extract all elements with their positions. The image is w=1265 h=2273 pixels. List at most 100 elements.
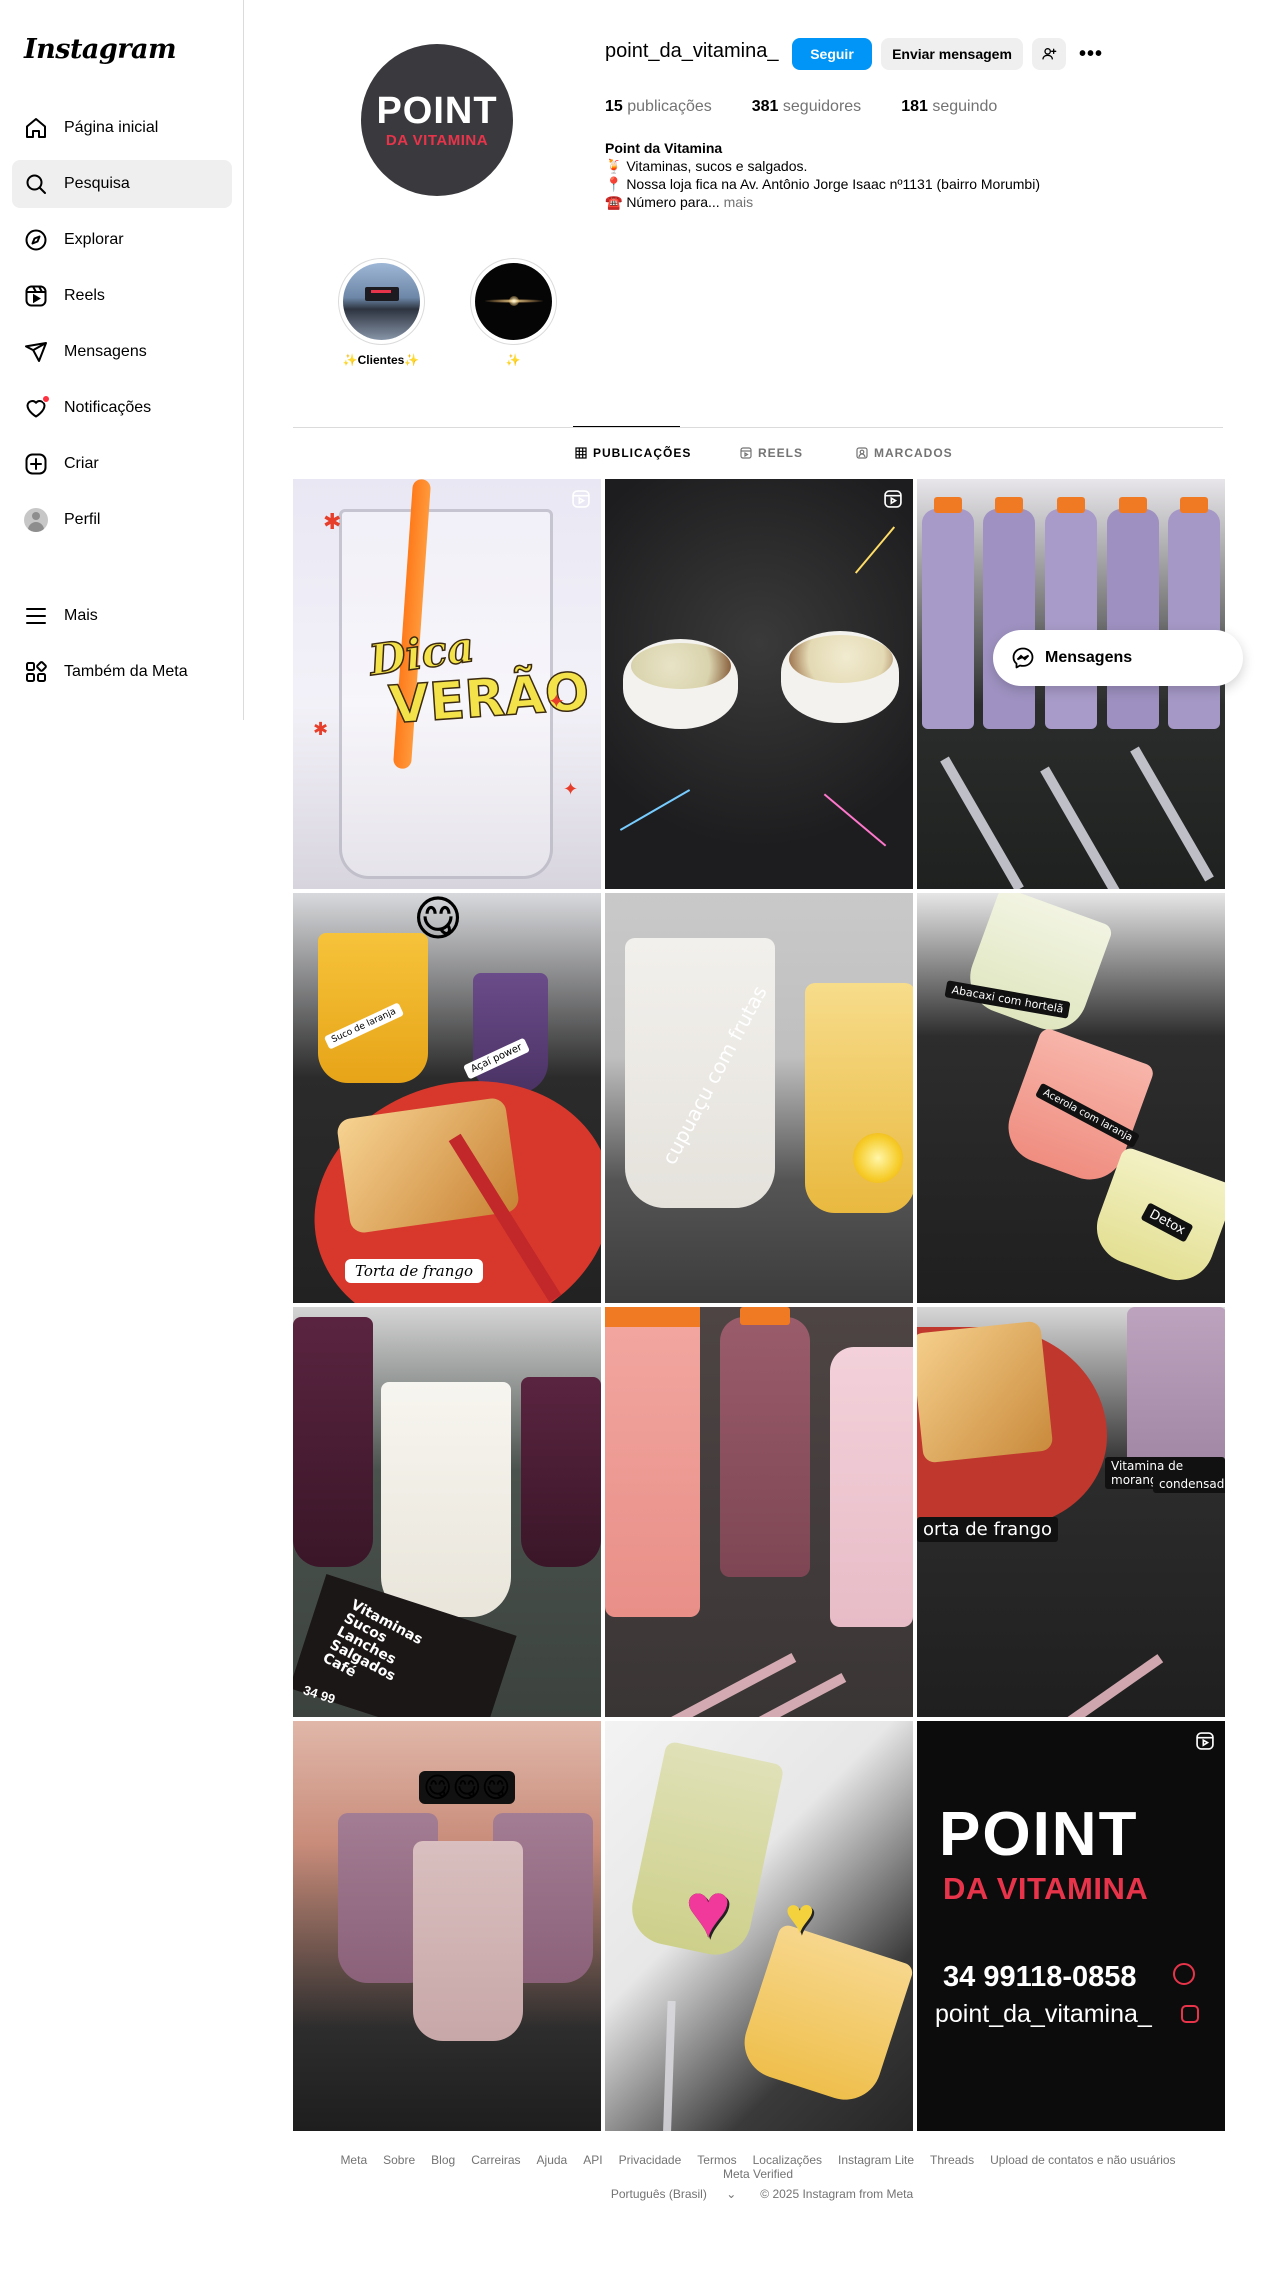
post-tile[interactable] — [605, 1307, 913, 1717]
footer-link[interactable]: Ajuda — [537, 2153, 568, 2167]
footer-link[interactable]: Upload de contatos e não usuários — [990, 2153, 1175, 2167]
profile-logo-word: POINT — [376, 89, 498, 132]
highlight-cover — [342, 263, 420, 340]
instagram-icon — [1181, 2005, 1199, 2023]
post-tile[interactable]: Dica VERÃO ✱ ✦ ✱ ✦ — [293, 479, 601, 889]
post-tile[interactable]: 😋 Suco de laranja Açaí power Torta de fr… — [293, 893, 601, 1303]
footer-links: Meta Sobre Blog Carreiras Ajuda API Priv… — [293, 2153, 1223, 2181]
post-tile[interactable]: cupuaçu com frutas — [605, 893, 913, 1303]
footer-link[interactable]: Meta — [340, 2153, 367, 2167]
sidebar-item-home[interactable]: Página inicial — [12, 104, 232, 152]
compass-icon — [24, 228, 48, 252]
following-stat[interactable]: 181 seguindo — [901, 98, 997, 116]
footer-link[interactable]: Termos — [697, 2153, 736, 2167]
bio-more-link[interactable]: mais — [724, 194, 754, 210]
post-tile[interactable]: Abacaxi com hortelã Acerola com laranja … — [917, 893, 1225, 1303]
messenger-icon — [1012, 647, 1034, 669]
sidebar-item-label: Explorar — [64, 231, 124, 248]
heart-icon: ♥ — [785, 1888, 815, 1944]
copyright: © 2025 Instagram from Meta — [760, 2187, 914, 2201]
reels-icon — [740, 447, 752, 459]
bio-line: 🍹 Vitaminas, sucos e salgados. — [605, 158, 808, 174]
following-count: 181 — [901, 98, 928, 115]
sidebar: Instagram Página inicial Pesquisa Explor… — [0, 0, 244, 720]
post-tile[interactable] — [605, 479, 913, 889]
post-tile[interactable]: Vitamina de morango condensado orta de f… — [917, 1307, 1225, 1717]
brand-word: POINT — [939, 1800, 1139, 1869]
footer-link[interactable]: Blog — [431, 2153, 455, 2167]
profile-picture[interactable]: POINT DA VITAMINA — [361, 44, 513, 196]
highlight-cover — [474, 263, 552, 340]
sidebar-item-search[interactable]: Pesquisa — [12, 160, 232, 208]
sidebar-item-profile[interactable]: Perfil — [12, 496, 232, 544]
highlight-sparkle[interactable]: ✨ — [469, 258, 557, 367]
footer-link[interactable]: API — [583, 2153, 602, 2167]
tab-label: MARCADOS — [874, 446, 953, 460]
heart-icon — [24, 395, 50, 420]
reels-icon — [24, 284, 48, 308]
post-tile[interactable]: Vitaminas Sucos Lanches Salgados Café 34… — [293, 1307, 601, 1717]
more-options-button[interactable]: ••• — [1074, 38, 1108, 70]
sidebar-item-label: Mais — [64, 607, 98, 624]
profile-logo-subword: DA VITAMINA — [385, 131, 489, 149]
sidebar-item-reels[interactable]: Reels — [12, 272, 232, 320]
floating-messages-button[interactable]: Mensagens — [993, 630, 1243, 686]
reel-badge-icon — [1196, 1732, 1214, 1750]
grid-icon — [575, 447, 587, 459]
sidebar-item-create[interactable]: Criar — [12, 440, 232, 488]
followers-count: 381 — [751, 98, 779, 115]
tab-label: PUBLICAÇÕES — [593, 446, 692, 460]
footer-link[interactable]: Localizações — [753, 2153, 822, 2167]
tabs-divider — [293, 427, 1223, 428]
tab-label: REELS — [758, 446, 804, 460]
language-label: Português (Brasil) — [610, 2187, 707, 2201]
sidebar-item-more[interactable]: Mais — [12, 592, 232, 640]
footer-link[interactable]: Carreiras — [471, 2153, 520, 2167]
footer-link[interactable]: Sobre — [383, 2153, 415, 2167]
bio-name: Point da Vitamina — [605, 140, 723, 156]
highlight-ring — [337, 258, 425, 345]
sidebar-item-label: Página inicial — [64, 119, 159, 136]
follow-button[interactable]: Seguir — [792, 38, 872, 70]
sidebar-item-also-from-meta[interactable]: Também da Meta — [12, 648, 232, 696]
post-tile[interactable]: POINT DA VITAMINA 34 99118-0858 point_da… — [917, 1721, 1225, 2131]
instagram-logo[interactable]: Instagram — [24, 34, 177, 65]
footer-link[interactable]: Instagram Lite — [838, 2153, 914, 2167]
tab-posts[interactable]: PUBLICAÇÕES — [575, 446, 691, 460]
sidebar-item-label: Notificações — [64, 399, 152, 416]
chevron-down-icon: ⌄ — [726, 2187, 737, 2201]
menu-icon — [24, 604, 48, 628]
highlight-clientes[interactable]: ✨Clientes✨ — [337, 258, 425, 367]
footer-link[interactable]: Threads — [930, 2153, 974, 2167]
post-tile[interactable]: ♥ ♥ — [605, 1721, 913, 2131]
followers-stat[interactable]: 381 seguidores — [752, 98, 861, 116]
sidebar-item-explore[interactable]: Explorar — [12, 216, 232, 264]
brand-phone: 34 99118-0858 — [943, 1961, 1137, 1993]
tab-reels[interactable]: REELS — [740, 446, 803, 460]
post-caption: orta de frango — [917, 1517, 1059, 1542]
profile-stats: 15 publicações 381 seguidores 181 seguin… — [605, 98, 1037, 116]
footer-link[interactable]: Meta Verified — [723, 2167, 793, 2181]
post-tile[interactable]: 😋😋😋 — [293, 1721, 601, 2131]
reel-badge-icon — [572, 490, 590, 508]
footer-link[interactable]: Privacidade — [619, 2153, 682, 2167]
sidebar-item-label: Mensagens — [64, 343, 147, 360]
posts-stat[interactable]: 15 publicações — [605, 98, 712, 116]
tab-tagged[interactable]: MARCADOS — [856, 446, 953, 460]
heart-icon: ♥ — [685, 1866, 732, 1954]
send-message-button[interactable]: Enviar mensagem — [881, 38, 1023, 70]
profile-bio: Point da Vitamina 🍹 Vitaminas, sucos e s… — [605, 139, 1085, 211]
plus-square-icon — [24, 452, 48, 476]
following-label: seguindo — [932, 98, 998, 115]
sidebar-item-messages[interactable]: Mensagens — [12, 328, 232, 376]
highlight-ring — [469, 258, 557, 345]
search-icon — [24, 172, 48, 196]
sidebar-item-label: Criar — [64, 455, 99, 472]
tagged-icon — [856, 447, 868, 459]
home-icon — [24, 116, 48, 140]
suggested-users-button[interactable] — [1032, 38, 1066, 70]
sidebar-item-notifications[interactable]: Notificações — [12, 384, 232, 432]
post-caption: condensado — [1153, 1475, 1225, 1493]
language-selector[interactable]: Português (Brasil) ⌄ — [603, 2187, 744, 2201]
notification-dot — [42, 395, 50, 403]
